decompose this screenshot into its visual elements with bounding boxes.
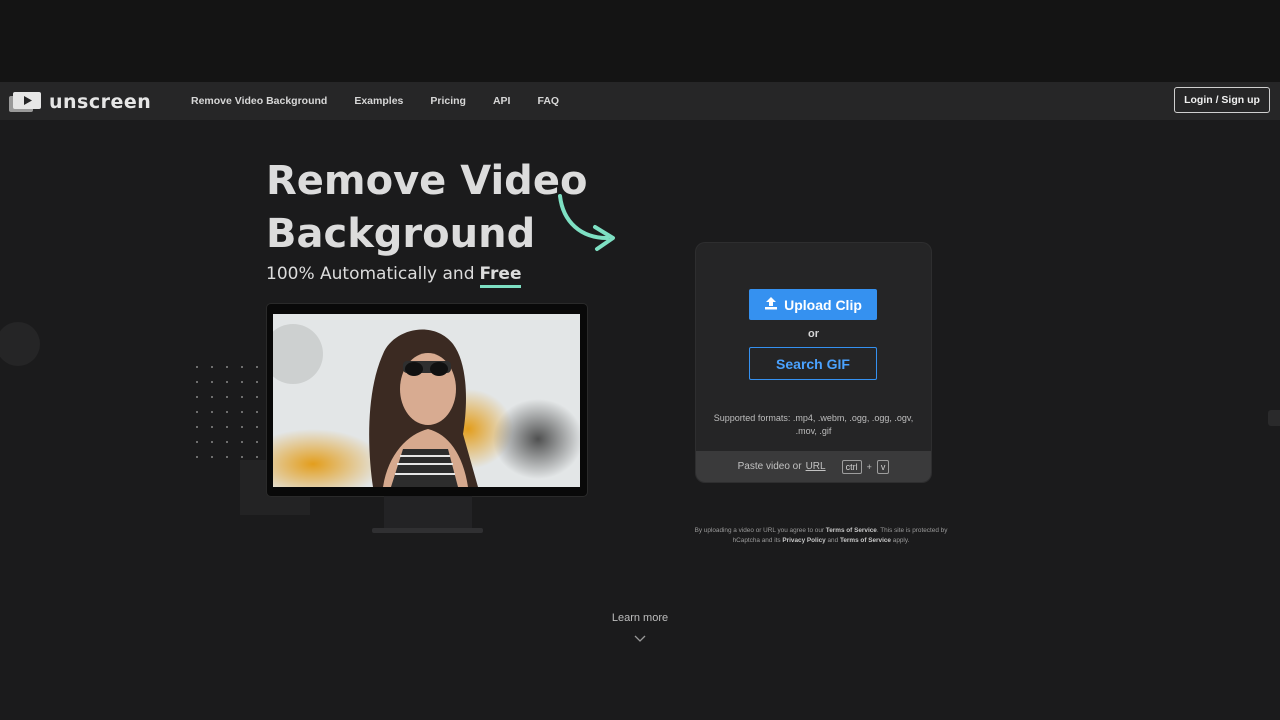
hero-title-line1: Remove Video — [266, 158, 588, 204]
learn-more-link[interactable]: Learn more — [0, 612, 1280, 624]
navbar: unscreen Remove Video Background Example… — [0, 82, 1280, 120]
brand-logo[interactable]: unscreen — [9, 91, 151, 113]
upload-card: Upload Clip or Search GIF Supported form… — [696, 243, 931, 482]
brand-name: unscreen — [49, 91, 152, 113]
or-separator: or — [808, 328, 819, 340]
hero-title: Remove Video Background — [266, 155, 596, 261]
search-gif-button[interactable]: Search GIF — [749, 347, 877, 380]
nav-link-examples[interactable]: Examples — [354, 95, 403, 107]
login-signup-button[interactable]: Login / Sign up — [1174, 87, 1270, 113]
monitor-preview — [267, 304, 587, 496]
hero-subtitle: 100% Automatically and Free — [266, 264, 522, 288]
terms-of-service-link[interactable]: Terms of Service — [826, 527, 877, 534]
curved-arrow-icon — [555, 192, 619, 259]
legal-text-3: and — [827, 537, 839, 544]
upload-clip-button[interactable]: Upload Clip — [749, 289, 877, 320]
supported-formats: Supported formats: .mp4, .webm, .ogg, .o… — [713, 413, 914, 436]
legal-notice: By uploading a video or URL you agree to… — [690, 526, 952, 546]
hero-title-line2: Background — [266, 211, 536, 257]
nav-link-api[interactable]: API — [493, 95, 511, 107]
privacy-policy-link[interactable]: Privacy Policy — [782, 537, 825, 544]
legal-text-4: apply. — [892, 537, 910, 544]
key-plus: + — [866, 461, 872, 472]
monitor-stand-base — [372, 528, 483, 533]
monitor-stand — [384, 496, 472, 529]
nav-link-faq[interactable]: FAQ — [537, 95, 559, 107]
nav-link-pricing[interactable]: Pricing — [430, 95, 466, 107]
hero-subtitle-text: 100% Automatically and — [266, 264, 475, 284]
legal-text-1: By uploading a video or URL you agree to… — [694, 527, 825, 534]
paste-bar[interactable]: Paste video or URL ctrl + v — [696, 451, 931, 482]
ctrl-key: ctrl — [841, 459, 862, 474]
upload-icon — [764, 296, 778, 313]
nav-link-remove-background[interactable]: Remove Video Background — [191, 95, 327, 107]
preview-video — [273, 314, 580, 487]
side-edge-tab[interactable] — [1268, 410, 1280, 426]
hero-subtitle-free: Free — [479, 264, 522, 288]
v-key: v — [876, 459, 890, 474]
paste-text: Paste video or — [737, 461, 802, 472]
upload-clip-label: Upload Clip — [784, 296, 862, 313]
logo-play-icon — [9, 92, 41, 112]
decorative-circle — [0, 322, 40, 366]
chevron-down-icon[interactable] — [634, 630, 646, 648]
nav-links: Remove Video Background Examples Pricing… — [191, 82, 559, 120]
top-black-band — [0, 0, 1280, 82]
paste-url-link[interactable]: URL — [806, 461, 826, 472]
terms-of-service-link-2[interactable]: Terms of Service — [840, 537, 891, 544]
decorative-dot-grid — [196, 366, 266, 471]
